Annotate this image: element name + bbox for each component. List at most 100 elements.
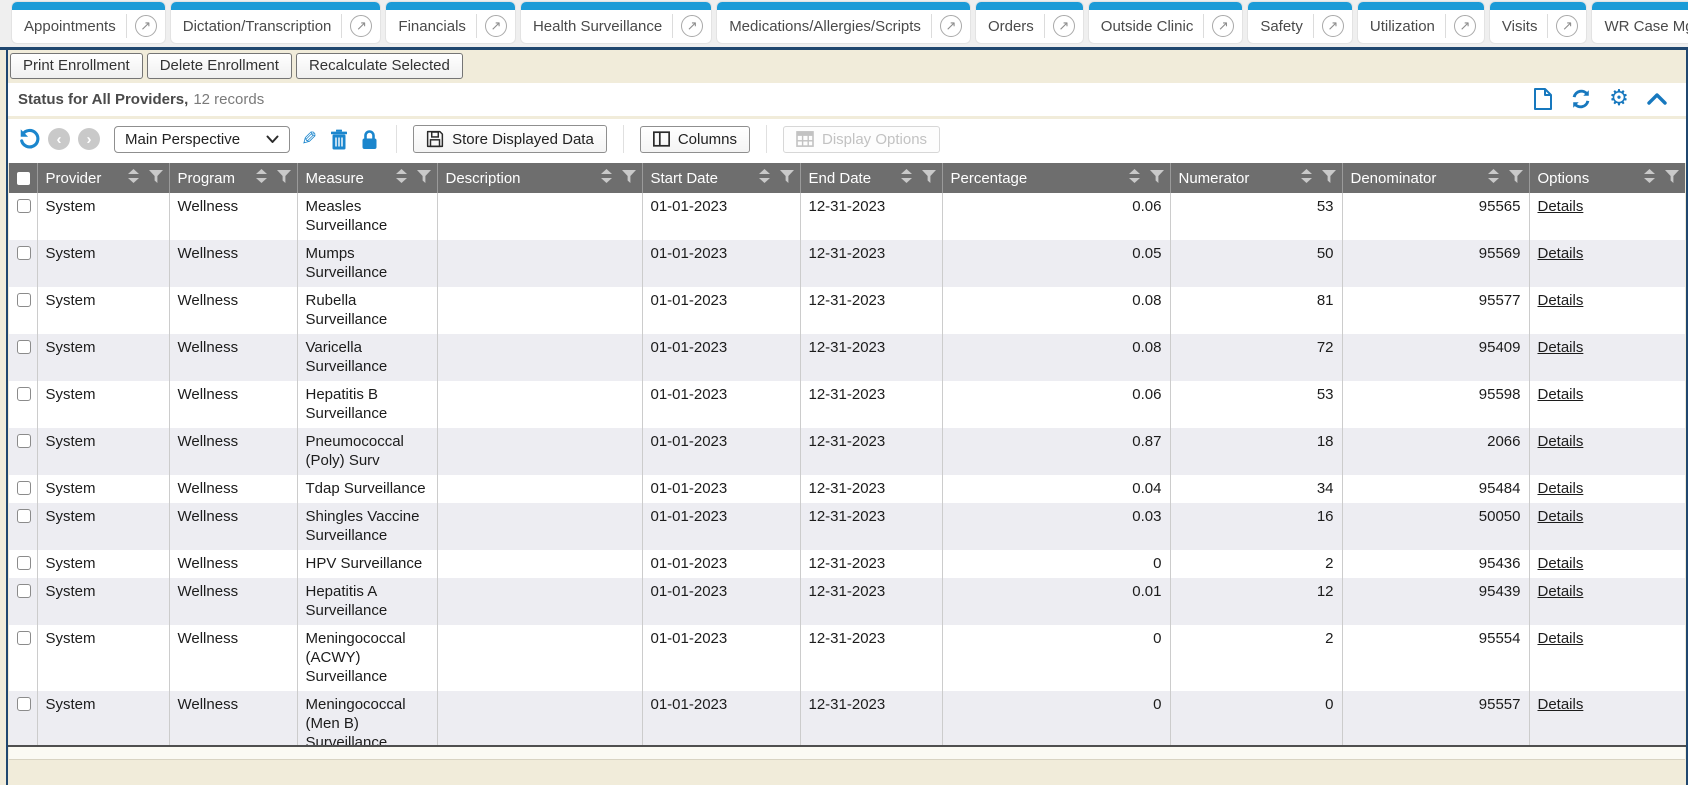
open-in-new-window-icon[interactable]: ↗ <box>485 15 507 37</box>
table-row[interactable]: SystemWellnessMeningococcal (Men B) Surv… <box>9 691 1685 745</box>
select-all-header[interactable] <box>9 163 37 193</box>
open-in-new-window-icon[interactable]: ↗ <box>135 15 157 37</box>
tab-appointments[interactable]: Appointments↗ <box>12 2 165 43</box>
column-header-denominator[interactable]: Denominator <box>1342 163 1529 193</box>
tab-safety[interactable]: Safety↗ <box>1248 2 1352 43</box>
row-checkbox[interactable] <box>17 509 31 523</box>
open-in-new-window-icon[interactable]: ↗ <box>1322 15 1344 37</box>
table-row[interactable]: SystemWellnessHepatitis B Surveillance01… <box>9 381 1685 428</box>
table-row[interactable]: SystemWellnessMumps Surveillance01-01-20… <box>9 240 1685 287</box>
delete-enrollment-button[interactable]: Delete Enrollment <box>147 53 292 79</box>
tab-medications-allergies-scripts[interactable]: Medications/Allergies/Scripts↗ <box>717 2 970 43</box>
refresh-icon[interactable] <box>1570 88 1592 110</box>
back-icon[interactable]: ‹ <box>48 128 70 150</box>
delete-perspective-icon[interactable] <box>328 128 350 150</box>
recalculate-selected-button[interactable]: Recalculate Selected <box>296 53 463 79</box>
sort-icon[interactable] <box>1301 169 1312 187</box>
perspective-select[interactable]: Main Perspective <box>114 126 290 153</box>
details-link[interactable]: Details <box>1538 696 1584 713</box>
details-link[interactable]: Details <box>1538 386 1584 403</box>
tab-outside-clinic[interactable]: Outside Clinic↗ <box>1089 2 1243 43</box>
column-header-description[interactable]: Description <box>437 163 642 193</box>
table-row[interactable]: SystemWellnessRubella Surveillance01-01-… <box>9 287 1685 334</box>
row-checkbox[interactable] <box>17 584 31 598</box>
filter-icon[interactable] <box>1322 170 1336 187</box>
sort-icon[interactable] <box>396 169 407 187</box>
column-header-start-date[interactable]: Start Date <box>642 163 800 193</box>
details-link[interactable]: Details <box>1538 508 1584 525</box>
details-link[interactable]: Details <box>1538 245 1584 262</box>
row-checkbox[interactable] <box>17 246 31 260</box>
details-link[interactable]: Details <box>1538 583 1584 600</box>
collapse-chevron-icon[interactable] <box>1646 88 1668 110</box>
details-link[interactable]: Details <box>1538 339 1584 356</box>
filter-icon[interactable] <box>622 170 636 187</box>
open-in-new-window-icon[interactable]: ↗ <box>1454 15 1476 37</box>
details-link[interactable]: Details <box>1538 292 1584 309</box>
row-checkbox[interactable] <box>17 434 31 448</box>
sort-icon[interactable] <box>1644 169 1655 187</box>
sort-icon[interactable] <box>901 169 912 187</box>
open-in-new-window-icon[interactable]: ↗ <box>1053 15 1075 37</box>
tab-health-surveillance[interactable]: Health Surveillance↗ <box>521 2 711 43</box>
edit-perspective-icon[interactable]: ✎ <box>298 128 320 150</box>
table-row[interactable]: SystemWellnessMeningococcal (ACWY) Surve… <box>9 625 1685 691</box>
row-checkbox[interactable] <box>17 293 31 307</box>
row-checkbox[interactable] <box>17 387 31 401</box>
columns-button[interactable]: Columns <box>640 126 750 153</box>
details-link[interactable]: Details <box>1538 480 1584 497</box>
open-in-new-window-icon[interactable]: ↗ <box>1556 15 1578 37</box>
filter-icon[interactable] <box>1509 170 1523 187</box>
sort-icon[interactable] <box>128 169 139 187</box>
column-header-program[interactable]: Program <box>169 163 297 193</box>
tab-financials[interactable]: Financials↗ <box>386 2 515 43</box>
table-row[interactable]: SystemWellnessVaricella Surveillance01-0… <box>9 334 1685 381</box>
table-row[interactable]: SystemWellnessMeasles Surveillance01-01-… <box>9 193 1685 240</box>
column-header-end-date[interactable]: End Date <box>800 163 942 193</box>
column-header-options[interactable]: Options <box>1529 163 1685 193</box>
row-checkbox[interactable] <box>17 481 31 495</box>
forward-icon[interactable]: › <box>78 128 100 150</box>
filter-icon[interactable] <box>1150 170 1164 187</box>
filter-icon[interactable] <box>922 170 936 187</box>
open-in-new-window-icon[interactable]: ↗ <box>1212 15 1234 37</box>
filter-icon[interactable] <box>277 170 291 187</box>
details-link[interactable]: Details <box>1538 198 1584 215</box>
table-row[interactable]: SystemWellnessHepatitis A Surveillance01… <box>9 578 1685 625</box>
select-all-checkbox[interactable] <box>17 172 30 185</box>
row-checkbox[interactable] <box>17 340 31 354</box>
column-header-measure[interactable]: Measure <box>297 163 437 193</box>
undo-icon[interactable] <box>18 128 40 150</box>
row-checkbox[interactable] <box>17 556 31 570</box>
details-link[interactable]: Details <box>1538 555 1584 572</box>
gear-icon[interactable]: ⚙ <box>1608 88 1630 110</box>
tab-visits[interactable]: Visits↗ <box>1490 2 1587 43</box>
sort-icon[interactable] <box>759 169 770 187</box>
open-in-new-window-icon[interactable]: ↗ <box>350 15 372 37</box>
filter-icon[interactable] <box>149 170 163 187</box>
filter-icon[interactable] <box>417 170 431 187</box>
filter-icon[interactable] <box>780 170 794 187</box>
store-displayed-data-button[interactable]: Store Displayed Data <box>413 125 607 153</box>
table-row[interactable]: SystemWellnessShingles Vaccine Surveilla… <box>9 503 1685 550</box>
table-row[interactable]: SystemWellnessTdap Surveillance01-01-202… <box>9 475 1685 503</box>
table-row[interactable]: SystemWellnessHPV Surveillance01-01-2023… <box>9 550 1685 578</box>
tab-dictation-transcription[interactable]: Dictation/Transcription↗ <box>171 2 381 43</box>
tab-wr-case-mgmt[interactable]: WR Case Mgmt↗ <box>1592 2 1688 43</box>
horizontal-scrollbar[interactable] <box>9 747 1685 760</box>
open-in-new-window-icon[interactable]: ↗ <box>681 15 703 37</box>
sort-icon[interactable] <box>601 169 612 187</box>
sort-icon[interactable] <box>1488 169 1499 187</box>
open-in-new-window-icon[interactable]: ↗ <box>940 15 962 37</box>
details-link[interactable]: Details <box>1538 630 1584 647</box>
details-link[interactable]: Details <box>1538 433 1584 450</box>
row-checkbox[interactable] <box>17 631 31 645</box>
tab-utilization[interactable]: Utilization↗ <box>1358 2 1484 43</box>
column-header-provider[interactable]: Provider <box>37 163 169 193</box>
lock-icon[interactable] <box>358 128 380 150</box>
column-header-percentage[interactable]: Percentage <box>942 163 1170 193</box>
row-checkbox[interactable] <box>17 697 31 711</box>
table-row[interactable]: SystemWellnessPneumococcal (Poly) Surv01… <box>9 428 1685 475</box>
row-checkbox[interactable] <box>17 199 31 213</box>
sort-icon[interactable] <box>1129 169 1140 187</box>
